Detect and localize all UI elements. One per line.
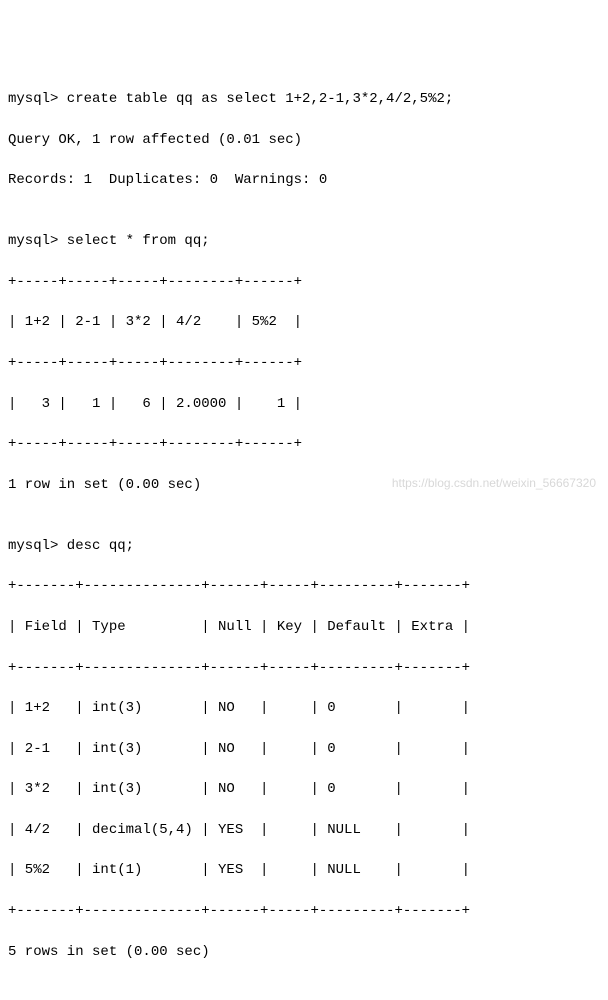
table-separator: +-------+--------------+------+-----+---… <box>8 576 600 596</box>
table-data-row: | 2-1 | int(3) | NO | | 0 | | <box>8 739 600 759</box>
query-result-ok: Query OK, 1 row affected (0.01 sec) <box>8 130 600 150</box>
table-data-row: | 3*2 | int(3) | NO | | 0 | | <box>8 779 600 799</box>
table-separator: +-------+--------------+------+-----+---… <box>8 901 600 921</box>
table-separator: +-------+--------------+------+-----+---… <box>8 658 600 678</box>
table-data-row: | 5%2 | int(1) | YES | | NULL | | <box>8 860 600 880</box>
query-result-records: Records: 1 Duplicates: 0 Warnings: 0 <box>8 170 600 190</box>
table-header-row: | Field | Type | Null | Key | Default | … <box>8 617 600 637</box>
table-separator: +-----+-----+-----+--------+------+ <box>8 353 600 373</box>
table-separator: +-----+-----+-----+--------+------+ <box>8 434 600 454</box>
mysql-command-create: mysql> create table qq as select 1+2,2-1… <box>8 89 600 109</box>
table-data-row: | 1+2 | int(3) | NO | | 0 | | <box>8 698 600 718</box>
table-header-row: | 1+2 | 2-1 | 3*2 | 4/2 | 5%2 | <box>8 312 600 332</box>
query-result-rowcount: 5 rows in set (0.00 sec) <box>8 942 600 962</box>
watermark-text: https://blog.csdn.net/weixin_56667320 <box>392 475 596 492</box>
mysql-command-select: mysql> select * from qq; <box>8 231 600 251</box>
table-separator: +-----+-----+-----+--------+------+ <box>8 272 600 292</box>
table-data-row: | 3 | 1 | 6 | 2.0000 | 1 | <box>8 394 600 414</box>
table-data-row: | 4/2 | decimal(5,4) | YES | | NULL | | <box>8 820 600 840</box>
mysql-command-desc: mysql> desc qq; <box>8 536 600 556</box>
